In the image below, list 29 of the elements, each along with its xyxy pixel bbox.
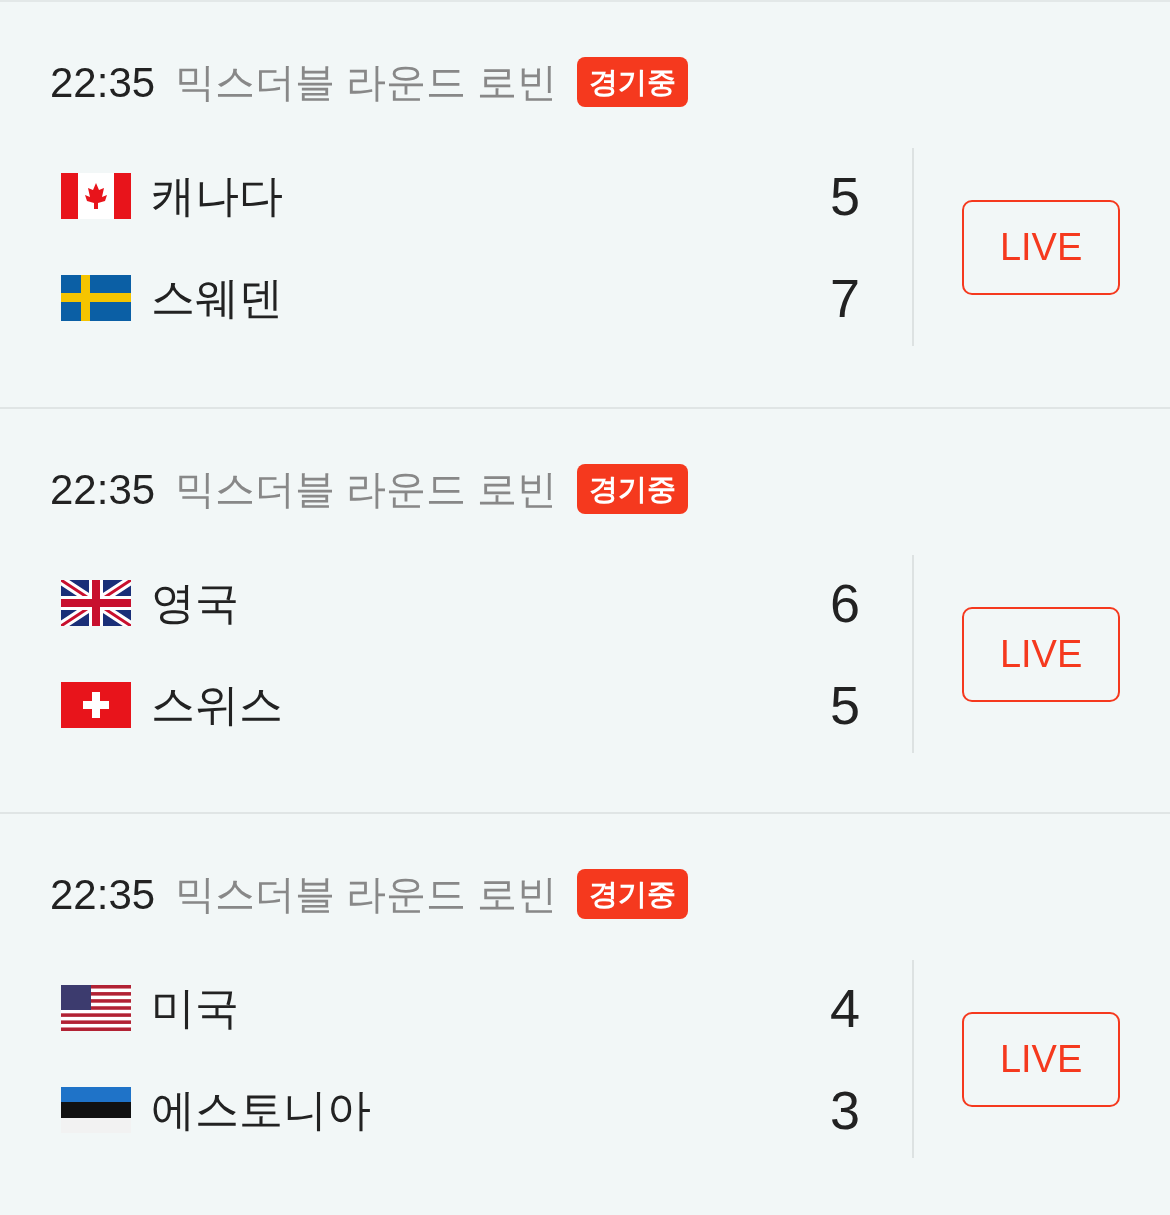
- cross-flag-icon: [61, 275, 131, 321]
- team-score: 6: [830, 571, 861, 635]
- status-badge: 경기중: [577, 57, 689, 107]
- match-time: 22:35: [50, 464, 156, 515]
- team-name: 미국: [151, 982, 239, 1034]
- team-name: 영국: [151, 577, 239, 629]
- team-name: 스웨덴: [151, 272, 283, 324]
- team-score: 7: [830, 266, 861, 330]
- status-badge: 경기중: [577, 464, 689, 514]
- match-title: 믹스더블 라운드 로빈: [175, 59, 558, 106]
- match-title: 믹스더블 라운드 로빈: [175, 466, 558, 513]
- maple-leaf-flag-icon: [61, 173, 131, 219]
- live-button[interactable]: LIVE: [962, 1011, 1120, 1107]
- live-button[interactable]: LIVE: [962, 199, 1120, 295]
- team-name: 캐나다: [151, 170, 283, 222]
- match-time: 22:35: [50, 57, 156, 108]
- team-score: 4: [830, 976, 861, 1040]
- union-flag-icon: [61, 580, 131, 626]
- team-score: 5: [830, 673, 861, 737]
- team-name: 스위스: [151, 679, 283, 731]
- cross-flag-icon: [61, 682, 131, 728]
- live-button[interactable]: LIVE: [962, 606, 1120, 702]
- match-time: 22:35: [50, 869, 156, 920]
- team-score: 3: [830, 1078, 861, 1142]
- team-name: 에스토니아: [151, 1084, 371, 1136]
- status-badge: 경기중: [577, 869, 689, 919]
- stars-stripes-flag-icon: [61, 985, 131, 1031]
- match-title: 믹스더블 라운드 로빈: [175, 871, 558, 918]
- team-score: 5: [830, 164, 861, 228]
